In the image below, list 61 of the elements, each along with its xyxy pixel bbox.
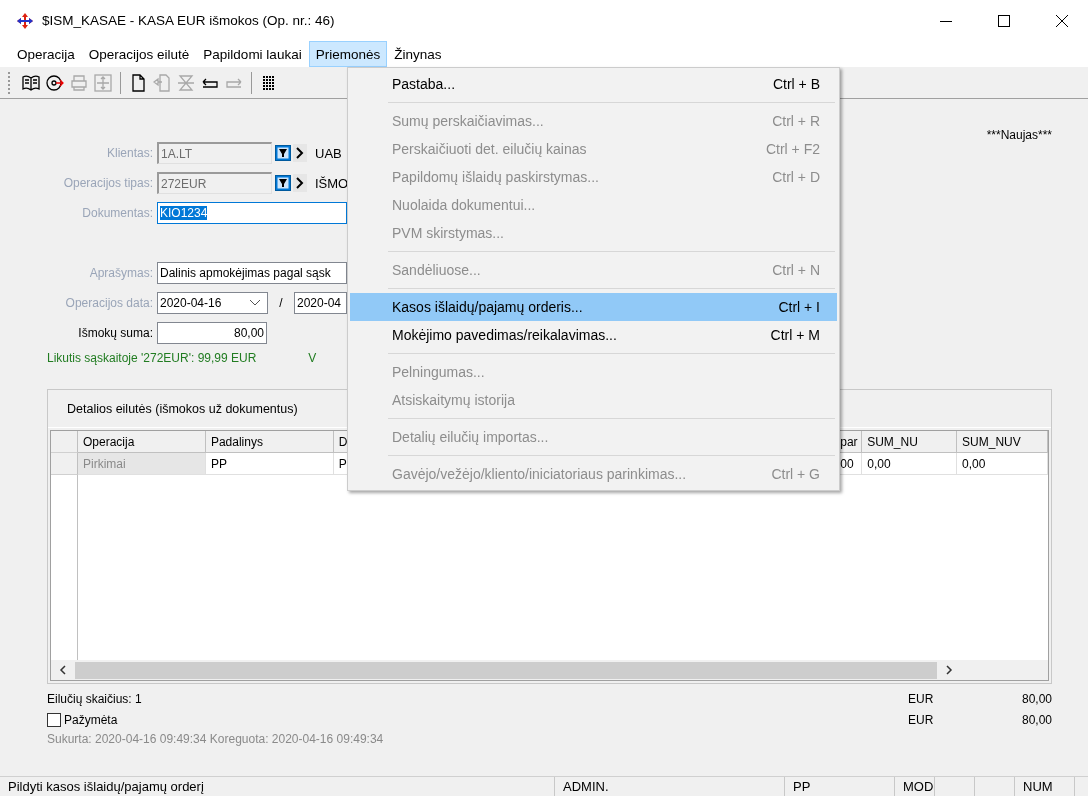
lookup-description: UAB — [315, 145, 342, 161]
chevron-down-icon[interactable] — [249, 299, 261, 307]
maximize-icon[interactable] — [998, 14, 1010, 27]
audit-text: Sukurta: 2020-04-16 09:49:34 Koreguota: 2020-04-16 09:49:34 — [47, 732, 385, 746]
chevron-right-icon[interactable] — [293, 144, 307, 162]
row-count: Eilučių skaičius: 1 — [47, 691, 143, 706]
amount-field[interactable]: 80,00 — [157, 321, 267, 344]
app-icon — [17, 12, 33, 29]
currency-label: EUR — [908, 712, 935, 727]
date-field[interactable]: 2020-04-16 — [157, 292, 268, 314]
menu-item[interactable]: Mokėjimo pavedimas/reikalavimas... Ctrl + M — [350, 321, 837, 349]
menu-item[interactable]: Operacijos eilutė — [81, 41, 197, 67]
status-text: NUM — [1015, 777, 1075, 796]
status-text: ADMIN. — [555, 777, 785, 796]
scroll-thumb[interactable] — [75, 661, 937, 679]
column-header[interactable]: SUM_NU — [862, 431, 958, 453]
field-label: Operacijos tipas: — [62, 176, 154, 190]
close-icon[interactable] — [1056, 14, 1068, 27]
field-label: Išmokų suma: — [77, 325, 154, 340]
status-text: Pildyti kasos išlaidų/pajamų orderį — [0, 777, 555, 796]
balance-note: V — [308, 351, 317, 365]
book-icon[interactable] — [22, 73, 40, 92]
menu-item[interactable]: Papildomi laukai — [196, 41, 309, 67]
table-cell: PP — [205, 453, 334, 475]
field-label: Aprašymas: — [88, 266, 154, 280]
menu-item[interactable]: Pastaba... Ctrl + B — [350, 70, 837, 98]
window-title: $ISM_KASAE - KASA EUR išmokos (Op. nr.: 46) — [42, 13, 335, 28]
status-text: PP — [785, 777, 895, 796]
text-field[interactable]: KIO1234 — [157, 202, 347, 224]
corner-cell — [51, 431, 78, 453]
balance-text: Likutis sąskaitoje '272EUR': 99,99 EUR — [47, 351, 257, 365]
chevron-right-icon[interactable] — [293, 174, 307, 192]
status-text: MOD — [895, 777, 935, 796]
field-label: Klientas: — [105, 146, 154, 160]
filter-icon[interactable] — [275, 145, 291, 161]
field-label: Dokumentas: — [81, 206, 154, 220]
text-field[interactable]: Dalinis apmokėjimas pagal sąsk — [157, 262, 347, 284]
marked-amount: 80,00 — [1020, 712, 1052, 727]
total-amount: 80,00 — [1020, 691, 1052, 706]
currency-label: EUR — [908, 691, 935, 706]
field-label: Operacijos data: — [64, 296, 154, 310]
horizontal-scrollbar[interactable] — [51, 660, 1048, 680]
column-header[interactable]: Operacija — [78, 431, 206, 453]
checkbox-label[interactable]: Pažymėta — [64, 712, 118, 727]
table-cell: Pirkimai — [78, 453, 206, 475]
date-separator: / — [278, 296, 284, 310]
table-cell: 0,00 — [957, 453, 1048, 475]
lookup-description: IŠMO — [315, 175, 349, 191]
page-icon[interactable] — [129, 73, 147, 92]
menu-item[interactable]: Operacija — [10, 41, 82, 67]
record-state: ***Naujas*** — [986, 128, 1052, 144]
column-header[interactable]: SUM_NUV — [957, 431, 1048, 453]
filter-icon[interactable] — [275, 175, 291, 191]
checkbox[interactable] — [47, 712, 61, 727]
date-field[interactable]: 2020-04 — [294, 292, 347, 314]
menu-item[interactable]: Priemonės — [308, 41, 388, 67]
menu-item[interactable]: Žinynas — [387, 41, 449, 67]
panel-title: Detalios eilutės (išmokos už dokumentus) — [67, 401, 298, 416]
menu-item[interactable]: Kasos išlaidų/pajamų orderis... Ctrl + I — [350, 293, 837, 321]
table-cell: 0,00 — [862, 453, 958, 475]
column-header[interactable]: Padalinys — [205, 431, 334, 453]
